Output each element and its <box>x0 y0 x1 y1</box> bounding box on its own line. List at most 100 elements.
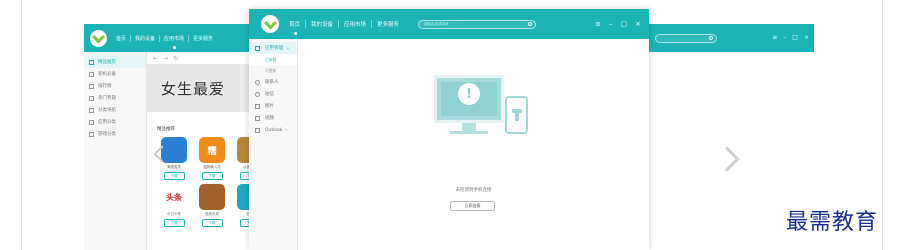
app-card[interactable]: 糯 搜狗输入法 下载 <box>193 137 231 180</box>
sidebar-item-label: 排行榜 <box>98 84 112 89</box>
sidebar-item-label: 装机必备 <box>98 72 116 77</box>
sidebar-item-game-categories[interactable]: 游戏分类 <box>84 128 146 140</box>
app-card[interactable]: 西游无双 下载 <box>193 184 231 227</box>
forward-arrow-icon[interactable]: → <box>163 55 168 62</box>
chevron-right-icon: › <box>285 127 288 133</box>
sidebar-item-categories[interactable]: 分类导航 <box>84 104 146 116</box>
watermark-logo: 最需教育 <box>786 210 879 235</box>
download-button[interactable]: 下载 <box>163 172 185 180</box>
back-nav: 首页 我的设备 应用市场 更多服务 <box>112 34 217 49</box>
main-app-window: 首页 我的设备 应用市场 更多服务 搜索应用或游戏 ≡ – □ × 应用管理 ⌄ … <box>249 9 649 250</box>
app-icon-orange[interactable]: 糯 <box>199 137 225 163</box>
app-glyph: 糯 <box>207 146 217 157</box>
back-app-window: 首页 我的设备 应用市场 更多服务 精品推荐 装机必备 排行榜 热门专题 分类导… <box>84 24 269 250</box>
sidebar-item-label: 应用管理 <box>265 46 283 51</box>
main-sidebar: 应用管理 ⌄ 已安装 可更新 联系人 短信 图片 视频 Outlook › <box>249 39 298 250</box>
search-placeholder: 搜索应用或游戏 <box>424 21 449 26</box>
mini-app-window: ≡ – □ × <box>649 24 814 52</box>
app-icon-red[interactable]: 头条 <box>161 184 187 210</box>
sidebar-item-label: 短信 <box>265 92 274 97</box>
download-button[interactable]: 下载 <box>201 219 223 227</box>
nav-more[interactable]: 更多服务 <box>372 20 404 28</box>
sidebar-item-essentials[interactable]: 装机必备 <box>84 68 146 80</box>
sidebar-item-app-manage[interactable]: 应用管理 ⌄ <box>249 42 297 54</box>
main-nav: 首页 我的设备 应用市场 更多服务 <box>284 20 404 35</box>
close-icon[interactable]: × <box>635 20 641 28</box>
grid-icon <box>255 45 260 51</box>
sidebar-item-sms[interactable]: 短信 <box>249 88 297 100</box>
sidebar-item-videos[interactable]: 视频 <box>249 112 297 124</box>
maximize-icon[interactable]: □ <box>792 35 798 41</box>
sidebar-item-label: 可更新 <box>265 67 277 73</box>
menu-icon[interactable]: ≡ <box>595 20 601 28</box>
sidebar-item-installed[interactable]: 已安装 <box>249 54 297 65</box>
nav-market[interactable]: 应用市场 <box>339 20 373 28</box>
connect-button[interactable]: 立即连接 <box>450 201 495 211</box>
back-nav-devices[interactable]: 我的设备 <box>131 34 161 42</box>
alert-icon: ! <box>458 83 480 105</box>
categories-icon <box>89 107 94 113</box>
app-name: 美图秀秀 <box>167 165 181 169</box>
sidebar-item-outlook[interactable]: Outlook › <box>249 124 297 136</box>
connection-status: 未检测到手机连接 <box>455 188 492 193</box>
download-button[interactable]: 下载 <box>201 172 223 180</box>
app-logo-icon[interactable] <box>261 15 279 33</box>
app-categories-icon <box>89 119 94 125</box>
sidebar-item-photos[interactable]: 图片 <box>249 100 297 112</box>
close-icon[interactable]: × <box>804 35 809 41</box>
search-input[interactable]: 搜索应用或游戏 <box>418 19 537 29</box>
frame-right-border <box>882 0 908 250</box>
frame-left-border <box>0 0 22 250</box>
sidebar-item-topics[interactable]: 热门专题 <box>84 92 146 104</box>
window-controls: ≡ – □ × <box>595 20 649 28</box>
sidebar-item-contacts[interactable]: 联系人 <box>249 76 297 88</box>
ranking-icon <box>89 83 94 89</box>
mini-window-controls: ≡ – □ × <box>772 35 814 41</box>
sidebar-item-label: 分类导航 <box>98 108 116 113</box>
back-nav-market[interactable]: 应用市场 <box>160 34 190 49</box>
outlook-icon <box>255 127 260 133</box>
game-categories-icon <box>89 131 94 137</box>
download-button[interactable]: 下载 <box>163 219 185 227</box>
usb-plug-icon <box>511 109 522 121</box>
back-sidebar: 精品推荐 装机必备 排行榜 热门专题 分类导航 应用分类 游戏分类 <box>84 52 147 250</box>
minimize-icon[interactable]: – <box>609 20 613 28</box>
sidebar-item-label: 应用分类 <box>98 120 116 125</box>
sidebar-item-label: 视频 <box>265 116 274 121</box>
banner-text: 女生最爱 <box>161 79 226 98</box>
app-name: 今日头条 <box>167 212 181 216</box>
sidebar-item-label: 已安装 <box>265 56 277 62</box>
sidebar-item-label: 图片 <box>265 104 274 109</box>
nav-devices[interactable]: 我的设备 <box>306 20 340 28</box>
sidebar-item-label: 热门专题 <box>98 96 116 101</box>
sidebar-item-label: 精品推荐 <box>98 60 116 65</box>
chevron-down-icon: ⌄ <box>286 45 290 51</box>
sidebar-item-app-categories[interactable]: 应用分类 <box>84 116 146 128</box>
refresh-icon[interactable]: ↻ <box>173 55 178 62</box>
sidebar-item-label: Outlook <box>265 127 283 133</box>
back-nav-more[interactable]: 更多服务 <box>189 35 217 42</box>
sidebar-item-updates[interactable]: 可更新 <box>249 65 297 76</box>
search-icon <box>709 36 713 40</box>
app-icon-monkey[interactable] <box>199 184 225 210</box>
image-icon <box>255 103 260 109</box>
featured-icon <box>89 59 94 65</box>
sidebar-item-ranking[interactable]: 排行榜 <box>84 80 146 92</box>
carousel-next-arrow[interactable] <box>714 146 740 172</box>
menu-icon[interactable]: ≡ <box>772 35 777 41</box>
back-arrow-icon[interactable]: ← <box>153 55 158 62</box>
search-icon[interactable] <box>528 22 533 26</box>
minimize-icon[interactable]: – <box>783 35 786 41</box>
mini-search-input[interactable] <box>655 33 717 43</box>
app-logo-icon[interactable] <box>90 29 107 47</box>
app-card[interactable]: 头条 今日头条 下载 <box>155 184 193 227</box>
back-nav-home[interactable]: 首页 <box>112 34 132 42</box>
nav-home[interactable]: 首页 <box>284 20 307 35</box>
sidebar-item-label: 游戏分类 <box>98 132 116 137</box>
video-icon <box>255 115 260 121</box>
maximize-icon[interactable]: □ <box>621 20 628 28</box>
sidebar-item-featured[interactable]: 精品推荐 <box>84 56 146 68</box>
back-titlebar: 首页 我的设备 应用市场 更多服务 <box>84 24 269 52</box>
topics-icon <box>89 95 94 101</box>
app-name: 搜狗输入法 <box>203 165 221 169</box>
